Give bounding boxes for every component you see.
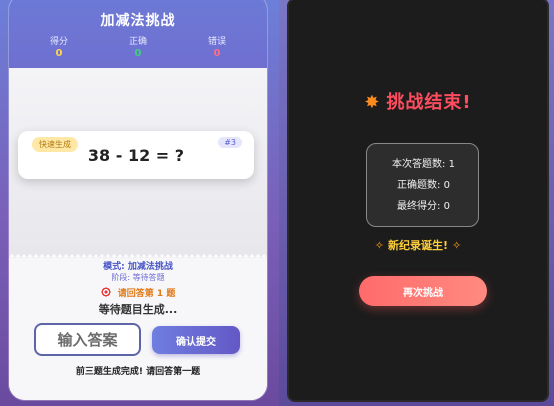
- result-title: ✸ 挑战结束!: [289, 88, 547, 114]
- game-screen: 加减法挑战 得分 0 正确 0 错误 0 快速生成 #3 38 - 12 = ?…: [9, 0, 267, 400]
- stat-value: 0: [213, 48, 221, 59]
- stat-wrong: 错误 0: [187, 34, 247, 59]
- party-popper-icon: ✧: [452, 239, 462, 252]
- stat-score: 得分 0: [29, 34, 89, 59]
- page-title: 加减法挑战: [100, 13, 176, 29]
- explosion-icon: ✸: [364, 92, 381, 113]
- stat-value: 0: [55, 48, 63, 59]
- question-text: 38 - 12 = ?: [87, 146, 185, 165]
- result-summary: 本次答题数: 1 正确题数: 0 最终得分: 0: [366, 143, 479, 227]
- waiting-text: 等待题目生成...: [98, 303, 178, 316]
- stat-label: 正确: [128, 37, 147, 47]
- prompt-text: 请回答第 1 题: [117, 289, 176, 299]
- mode-text: 模式: 加减法挑战: [103, 262, 173, 272]
- stat-value: 0: [134, 48, 142, 59]
- stat-label: 得分: [49, 37, 68, 47]
- stage-text: 阶段: 等待答题: [111, 273, 165, 282]
- game-header: 加减法挑战 得分 0 正确 0 错误 0: [9, 0, 267, 68]
- status-message: 前三题生成完成! 请回答第一题: [75, 367, 201, 377]
- stat-label: 错误: [207, 37, 226, 47]
- result-title-text: 挑战结束!: [386, 92, 472, 113]
- submit-button[interactable]: 确认提交: [152, 326, 240, 354]
- result-screen: ✸ 挑战结束! 本次答题数: 1 正确题数: 0 最终得分: 0 ✧ 新纪录诞生! ✧…: [289, 0, 547, 400]
- party-popper-icon: ✧: [374, 239, 384, 252]
- new-record-text: 新纪录诞生!: [387, 239, 449, 252]
- new-record-banner: ✧ 新纪录诞生! ✧: [289, 237, 547, 253]
- result-answered: 本次答题数: 1: [392, 159, 455, 170]
- answer-prompt: 请回答第 1 题: [9, 286, 267, 299]
- stat-correct: 正确 0: [108, 34, 168, 59]
- result-score: 最终得分: 0: [397, 201, 450, 212]
- retry-button[interactable]: 再次挑战: [359, 276, 487, 306]
- target-icon: [100, 287, 111, 297]
- result-correct: 正确题数: 0: [397, 180, 450, 191]
- answer-input[interactable]: [34, 323, 141, 356]
- question-card: 快速生成 #3 38 - 12 = ?: [18, 131, 254, 179]
